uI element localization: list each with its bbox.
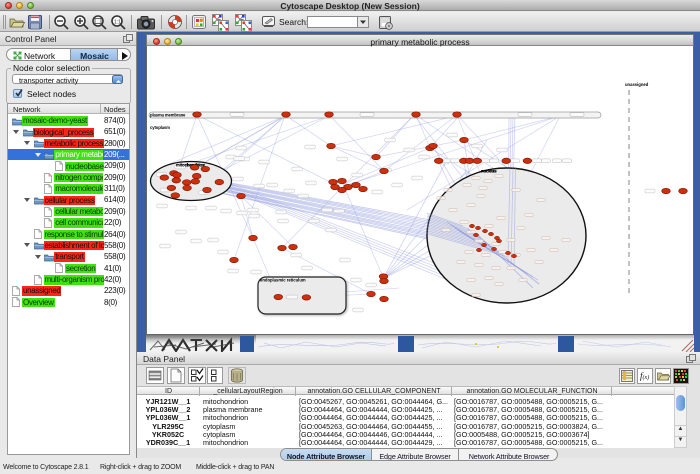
svg-text:cytoplasm: cytoplasm — [150, 125, 170, 130]
svg-text:unassigned: unassigned — [625, 82, 649, 87]
svg-text:plasma membrane: plasma membrane — [150, 113, 186, 118]
svg-text:1:1: 1:1 — [114, 20, 121, 26]
svg-text:nucleus: nucleus — [481, 169, 497, 174]
svg-text:Search:: Search: — [279, 17, 308, 27]
svg-text:endoplasmic reticulum: endoplasmic reticulum — [260, 278, 306, 283]
